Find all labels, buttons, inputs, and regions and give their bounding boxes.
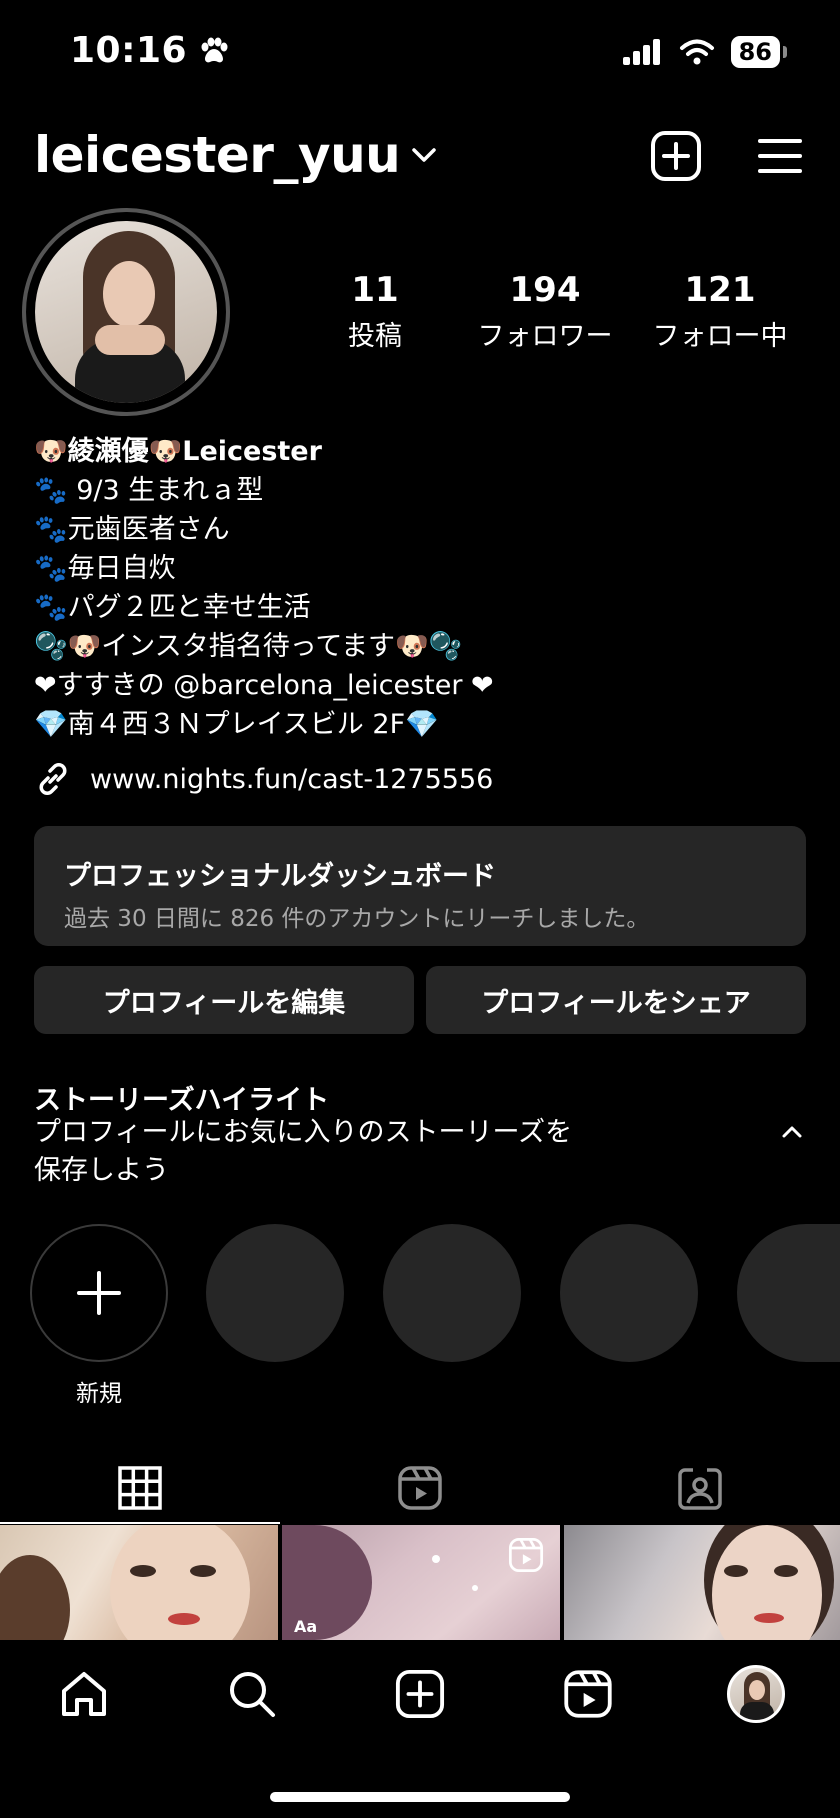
highlights-subtitle-line: 保存しよう xyxy=(34,1155,169,1186)
text-badge: Aa xyxy=(294,1617,318,1636)
highlights-subtitle: プロフィールにお気に入りのストーリーズを 保存しよう xyxy=(34,1114,634,1190)
highlights-collapse-button[interactable] xyxy=(780,1124,804,1144)
stat-following[interactable]: 121 フォロー中 xyxy=(640,270,800,353)
dashboard-subtitle: 過去 30 日間に 826 件のアカウントにリーチしました。 xyxy=(64,906,650,932)
grid-icon xyxy=(118,1466,162,1510)
create-icon xyxy=(395,1669,445,1719)
status-time-text: 10:16 xyxy=(70,30,188,71)
edit-profile-button[interactable]: プロフィールを編集 xyxy=(34,966,414,1034)
professional-dashboard[interactable]: プロフェッショナルダッシュボード 過去 30 日間に 826 件のアカウントにリ… xyxy=(34,826,806,946)
tab-active-indicator xyxy=(0,1522,280,1524)
stat-posts[interactable]: 11 投稿 xyxy=(315,270,435,353)
bio-line: 🐾パグ２匹と幸せ生活 xyxy=(34,592,311,623)
share-profile-button[interactable]: プロフィールをシェア xyxy=(426,966,806,1034)
nav-home[interactable] xyxy=(44,1662,124,1726)
nav-profile[interactable] xyxy=(716,1662,796,1726)
add-post-button[interactable] xyxy=(648,128,704,184)
reel-badge-icon xyxy=(508,1537,544,1573)
chevron-down-icon xyxy=(410,145,438,165)
highlights-subtitle-line: プロフィールにお気に入りのストーリーズを xyxy=(34,1117,573,1148)
menu-icon xyxy=(757,136,803,176)
home-indicator xyxy=(270,1792,570,1802)
highlight-placeholder xyxy=(737,1224,840,1362)
post-thumbnail[interactable] xyxy=(564,1525,840,1640)
profile-avatar[interactable] xyxy=(22,208,230,416)
bio-line: 🐾 9/3 生まれａ型 xyxy=(34,475,264,506)
bio-line: 🫧🐶インスタ指名待ってます🐶🫧 xyxy=(34,631,463,662)
stat-followers[interactable]: 194 フォロワー xyxy=(465,270,625,353)
stat-posts-count: 11 xyxy=(351,270,399,310)
highlight-placeholder xyxy=(383,1224,521,1362)
profile-avatar xyxy=(727,1665,785,1723)
status-indicators: 86 xyxy=(622,36,788,68)
bio-line-mention[interactable]: ❤すすきの @barcelona_leicester ❤ xyxy=(34,666,814,705)
battery-indicator: 86 xyxy=(730,36,788,68)
highlights-title: ストーリーズハイライト xyxy=(34,1085,330,1116)
bio-link-text: www.nights.fun/cast-1275556 xyxy=(90,763,494,795)
stat-following-count: 121 xyxy=(684,270,756,310)
nav-create[interactable] xyxy=(380,1662,460,1726)
new-highlight-button[interactable] xyxy=(30,1224,168,1362)
tab-tagged[interactable] xyxy=(560,1450,840,1526)
profile-photo xyxy=(35,221,217,403)
signal-icon xyxy=(622,39,663,65)
stat-posts-label: 投稿 xyxy=(348,321,402,352)
reels-icon xyxy=(397,1465,443,1511)
new-highlight-label: 新規 xyxy=(76,1381,122,1407)
bio-line: 🐾元歯医者さん xyxy=(34,514,230,545)
home-icon xyxy=(59,1669,109,1719)
menu-button[interactable] xyxy=(752,128,808,184)
paw-icon xyxy=(197,35,229,67)
post-thumbnail-reel[interactable]: Aa xyxy=(282,1525,560,1640)
display-name: 🐶綾瀬優🐶Leicester xyxy=(34,436,322,467)
bio-link[interactable]: www.nights.fun/cast-1275556 xyxy=(34,760,493,798)
stat-following-label: フォロー中 xyxy=(652,321,788,352)
wifi-icon xyxy=(679,38,715,66)
username-switcher[interactable]: leicester_yuu xyxy=(34,126,438,184)
highlight-placeholder xyxy=(560,1224,698,1362)
plus-icon xyxy=(75,1269,123,1317)
nav-search[interactable] xyxy=(212,1662,292,1726)
add-post-icon xyxy=(650,130,702,182)
tab-posts-grid[interactable] xyxy=(0,1450,280,1526)
stat-followers-count: 194 xyxy=(509,270,581,310)
profile-username: leicester_yuu xyxy=(34,126,401,184)
chevron-up-icon xyxy=(780,1124,804,1140)
tagged-icon xyxy=(677,1465,723,1511)
nav-reels[interactable] xyxy=(548,1662,628,1726)
stat-followers-label: フォロワー xyxy=(477,321,613,352)
highlight-placeholder xyxy=(206,1224,344,1362)
bio-line: 🐾毎日自炊 xyxy=(34,553,176,584)
search-icon xyxy=(227,1669,277,1719)
profile-bio: 🐶綾瀬優🐶Leicester 🐾 9/3 生まれａ型 🐾元歯医者さん 🐾毎日自炊… xyxy=(34,432,814,744)
reels-icon xyxy=(563,1669,613,1719)
link-icon xyxy=(34,760,72,798)
dashboard-title: プロフェッショナルダッシュボード xyxy=(64,861,496,892)
tab-reels[interactable] xyxy=(280,1450,560,1526)
status-time: 10:16 xyxy=(70,30,229,71)
post-thumbnail[interactable] xyxy=(0,1525,278,1640)
bio-line: 💎南４西３Ｎプレイスビル 2F💎 xyxy=(34,709,439,740)
